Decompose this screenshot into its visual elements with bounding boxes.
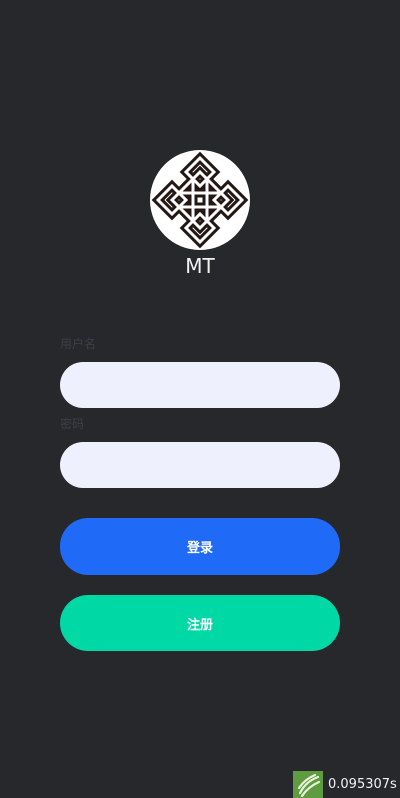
app-logo-icon: [150, 150, 250, 250]
password-label: 密码: [60, 417, 85, 431]
register-button[interactable]: 注册: [60, 595, 340, 651]
register-button-label: 注册: [186, 617, 213, 633]
stripes-logo-icon: [293, 771, 323, 798]
timer-readout: 0.095307s: [328, 777, 397, 792]
login-button-label: 登录: [186, 541, 213, 556]
login-button[interactable]: 登录: [60, 518, 340, 575]
username-label: 用户名: [60, 337, 97, 351]
password-input[interactable]: [60, 442, 340, 488]
username-input[interactable]: [60, 362, 340, 408]
diamond-knot-logo-icon: [151, 151, 249, 249]
app-name: MT: [185, 254, 215, 278]
